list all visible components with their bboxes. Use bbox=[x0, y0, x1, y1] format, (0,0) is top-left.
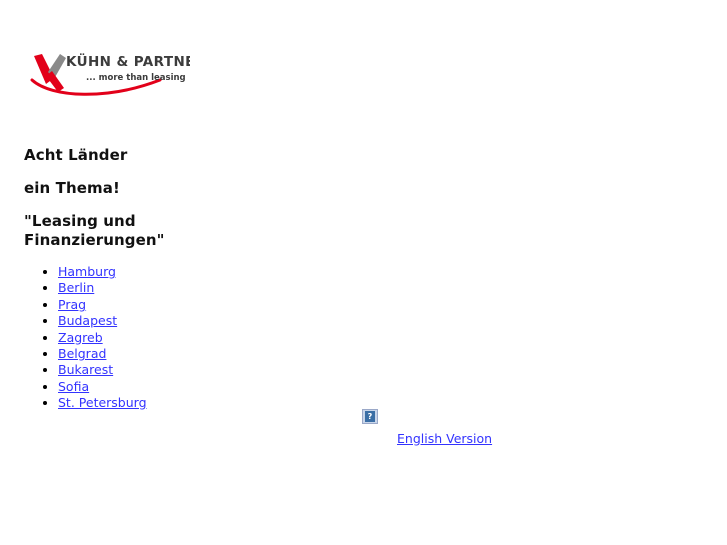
english-version-link[interactable]: English Version bbox=[397, 431, 492, 446]
city-link-budapest[interactable]: Budapest bbox=[58, 313, 117, 328]
list-item: Bukarest bbox=[58, 362, 147, 378]
city-link-sofia[interactable]: Sofia bbox=[58, 379, 89, 394]
headline-3: "Leasing und bbox=[24, 212, 136, 230]
company-logo: KÜHN & PARTNER ... more than leasing bbox=[30, 50, 190, 98]
list-item: Zagreb bbox=[58, 330, 147, 346]
city-link-berlin[interactable]: Berlin bbox=[58, 280, 94, 295]
city-link-zagreb[interactable]: Zagreb bbox=[58, 330, 103, 345]
list-item: Prag bbox=[58, 297, 147, 313]
list-item: Belgrad bbox=[58, 346, 147, 362]
broken-image-inner: ? bbox=[365, 411, 375, 422]
city-link-belgrad[interactable]: Belgrad bbox=[58, 346, 106, 361]
city-link-bukarest[interactable]: Bukarest bbox=[58, 362, 113, 377]
headline-2: ein Thema! bbox=[24, 179, 120, 197]
headline-1: Acht Länder bbox=[24, 146, 128, 164]
list-item: Sofia bbox=[58, 379, 147, 395]
list-item: Berlin bbox=[58, 280, 147, 296]
broken-image-icon: ? bbox=[362, 409, 378, 424]
city-link-prag[interactable]: Prag bbox=[58, 297, 86, 312]
page-headings: Acht Länder ein Thema! "Leasing und Fina… bbox=[24, 146, 364, 264]
list-item: Budapest bbox=[58, 313, 147, 329]
city-link-st-petersburg[interactable]: St. Petersburg bbox=[58, 395, 147, 410]
broken-image-placeholder: ? bbox=[362, 409, 378, 424]
logo-tagline: ... more than leasing bbox=[86, 73, 186, 83]
logo-wordmark: KÜHN & PARTNER bbox=[66, 52, 190, 70]
city-link-list: Hamburg Berlin Prag Budapest Zagreb Belg… bbox=[40, 264, 147, 412]
city-link-hamburg[interactable]: Hamburg bbox=[58, 264, 116, 279]
headline-4: Finanzierungen" bbox=[24, 231, 165, 249]
list-item: St. Petersburg bbox=[58, 395, 147, 411]
question-mark-glyph: ? bbox=[367, 411, 373, 421]
logo-graphic: KÜHN & PARTNER ... more than leasing bbox=[30, 52, 190, 96]
list-item: Hamburg bbox=[58, 264, 147, 280]
english-version-container: English Version bbox=[397, 428, 492, 447]
